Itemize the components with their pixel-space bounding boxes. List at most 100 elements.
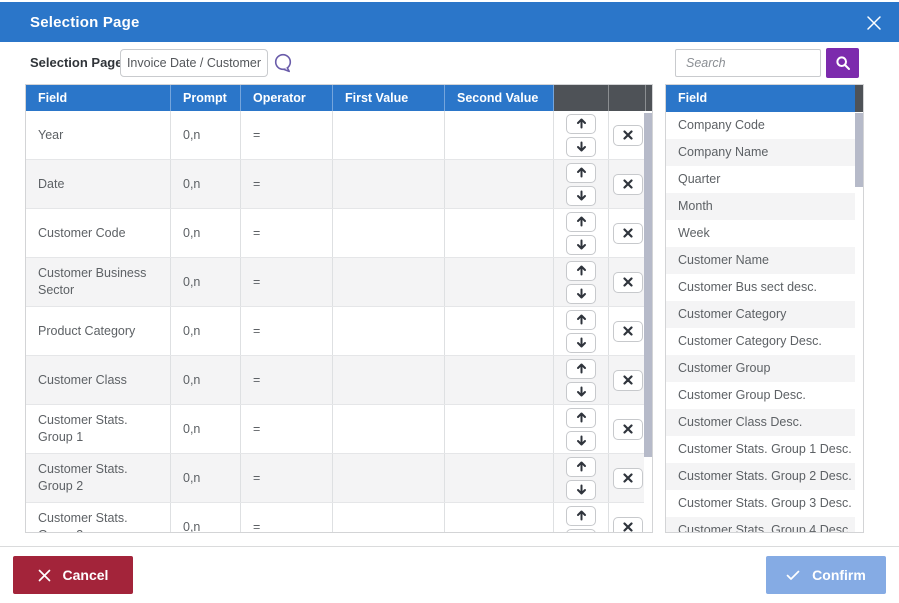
comment-bubble-icon[interactable] [272, 52, 294, 76]
prompt-cell[interactable]: 0,n [171, 209, 241, 257]
field-list-item[interactable]: Week [666, 220, 855, 247]
first-value-cell[interactable] [333, 454, 445, 502]
field-list-item[interactable]: Customer Stats. Group 2 Desc. [666, 463, 855, 490]
move-down-button[interactable] [566, 529, 596, 534]
field-list-item[interactable]: Customer Group Desc. [666, 382, 855, 409]
second-value-cell[interactable] [445, 111, 554, 159]
remove-row-button[interactable] [613, 370, 643, 391]
second-value-cell[interactable] [445, 356, 554, 404]
field-list-item[interactable]: Month [666, 193, 855, 220]
table-scrollbar-thumb[interactable] [644, 113, 652, 457]
operator-cell[interactable]: = [241, 307, 333, 355]
prompt-cell[interactable]: 0,n [171, 405, 241, 453]
second-value-cell[interactable] [445, 307, 554, 355]
confirm-button[interactable]: Confirm [766, 556, 886, 594]
move-up-button[interactable] [566, 114, 596, 134]
move-down-button[interactable] [566, 382, 596, 402]
remove-row-button[interactable] [613, 517, 643, 534]
first-value-cell[interactable] [333, 503, 445, 533]
remove-row-button[interactable] [613, 125, 643, 146]
arrow-up-icon [576, 118, 587, 129]
arrow-down-icon [576, 435, 587, 446]
field-list-item-label: Quarter [678, 172, 720, 186]
selection-page-name-input[interactable] [120, 49, 268, 77]
field-list-item[interactable]: Customer Group [666, 355, 855, 382]
move-up-button[interactable] [566, 457, 596, 477]
field-list-item[interactable]: Customer Category [666, 301, 855, 328]
prompt-cell[interactable]: 0,n [171, 503, 241, 533]
prompt-cell[interactable]: 0,n [171, 454, 241, 502]
second-value-cell[interactable] [445, 405, 554, 453]
move-down-button[interactable] [566, 235, 596, 255]
remove-row-button[interactable] [613, 174, 643, 195]
move-down-button[interactable] [566, 333, 596, 353]
search-input[interactable] [675, 49, 821, 77]
first-value-cell[interactable] [333, 307, 445, 355]
move-down-button[interactable] [566, 431, 596, 451]
move-up-button[interactable] [566, 212, 596, 232]
operator-cell[interactable]: = [241, 503, 333, 533]
operator-cell[interactable]: = [241, 111, 333, 159]
operator-cell[interactable]: = [241, 258, 333, 306]
move-up-button[interactable] [566, 163, 596, 183]
move-down-button[interactable] [566, 186, 596, 206]
arrow-down-icon [576, 288, 587, 299]
first-value-cell[interactable] [333, 209, 445, 257]
operator-cell-value: = [253, 225, 260, 242]
field-list-item[interactable]: Customer Stats. Group 3 Desc. [666, 490, 855, 517]
prompt-cell[interactable]: 0,n [171, 258, 241, 306]
field-list-item[interactable]: Customer Stats. Group 4 Desc. [666, 517, 855, 533]
first-value-cell[interactable] [333, 160, 445, 208]
field-list-item[interactable]: Customer Class Desc. [666, 409, 855, 436]
operator-cell[interactable]: = [241, 160, 333, 208]
second-value-cell[interactable] [445, 454, 554, 502]
remove-row-button[interactable] [613, 321, 643, 342]
remove-row-button[interactable] [613, 468, 643, 489]
field-list-item[interactable]: Customer Category Desc. [666, 328, 855, 355]
move-up-button[interactable] [566, 261, 596, 281]
remove-row-button[interactable] [613, 223, 643, 244]
field-list-item[interactable]: Company Name [666, 139, 855, 166]
second-value-cell[interactable] [445, 209, 554, 257]
field-list-item[interactable]: Customer Name [666, 247, 855, 274]
field-list-item-label: Customer Category Desc. [678, 334, 822, 348]
table-scrollbar-track [644, 111, 652, 532]
operator-cell[interactable]: = [241, 405, 333, 453]
search-button[interactable] [826, 48, 859, 78]
operator-cell[interactable]: = [241, 454, 333, 502]
operator-cell[interactable]: = [241, 356, 333, 404]
first-value-cell[interactable] [333, 111, 445, 159]
close-icon[interactable] [863, 12, 885, 34]
first-value-cell[interactable] [333, 258, 445, 306]
remove-row-button[interactable] [613, 272, 643, 293]
field-list-header-label: Field [666, 85, 855, 112]
prompt-cell-value: 0,n [183, 372, 200, 389]
field-list-item[interactable]: Customer Stats. Group 1 Desc. [666, 436, 855, 463]
move-up-button[interactable] [566, 359, 596, 379]
move-down-button[interactable] [566, 284, 596, 304]
prompt-cell[interactable]: 0,n [171, 160, 241, 208]
move-down-button[interactable] [566, 480, 596, 500]
prompt-cell[interactable]: 0,n [171, 356, 241, 404]
second-value-cell[interactable] [445, 258, 554, 306]
operator-cell[interactable]: = [241, 209, 333, 257]
move-up-button[interactable] [566, 408, 596, 428]
move-up-button[interactable] [566, 310, 596, 330]
arrow-down-icon [576, 484, 587, 495]
second-value-cell[interactable] [445, 503, 554, 533]
prompt-cell[interactable]: 0,n [171, 111, 241, 159]
field-list-item[interactable]: Company Code [666, 112, 855, 139]
field-list-item[interactable]: Customer Bus sect desc. [666, 274, 855, 301]
arrow-up-icon [576, 216, 587, 227]
prompt-cell[interactable]: 0,n [171, 307, 241, 355]
first-value-cell[interactable] [333, 356, 445, 404]
move-down-button[interactable] [566, 137, 596, 157]
second-value-cell[interactable] [445, 160, 554, 208]
first-value-cell[interactable] [333, 405, 445, 453]
move-up-button[interactable] [566, 506, 596, 526]
list-scrollbar-thumb[interactable] [855, 113, 863, 187]
field-list-item[interactable]: Quarter [666, 166, 855, 193]
selection-page-dialog: Selection Page Selection Page: Field Pro… [0, 0, 899, 603]
remove-row-button[interactable] [613, 419, 643, 440]
cancel-button[interactable]: Cancel [13, 556, 133, 594]
